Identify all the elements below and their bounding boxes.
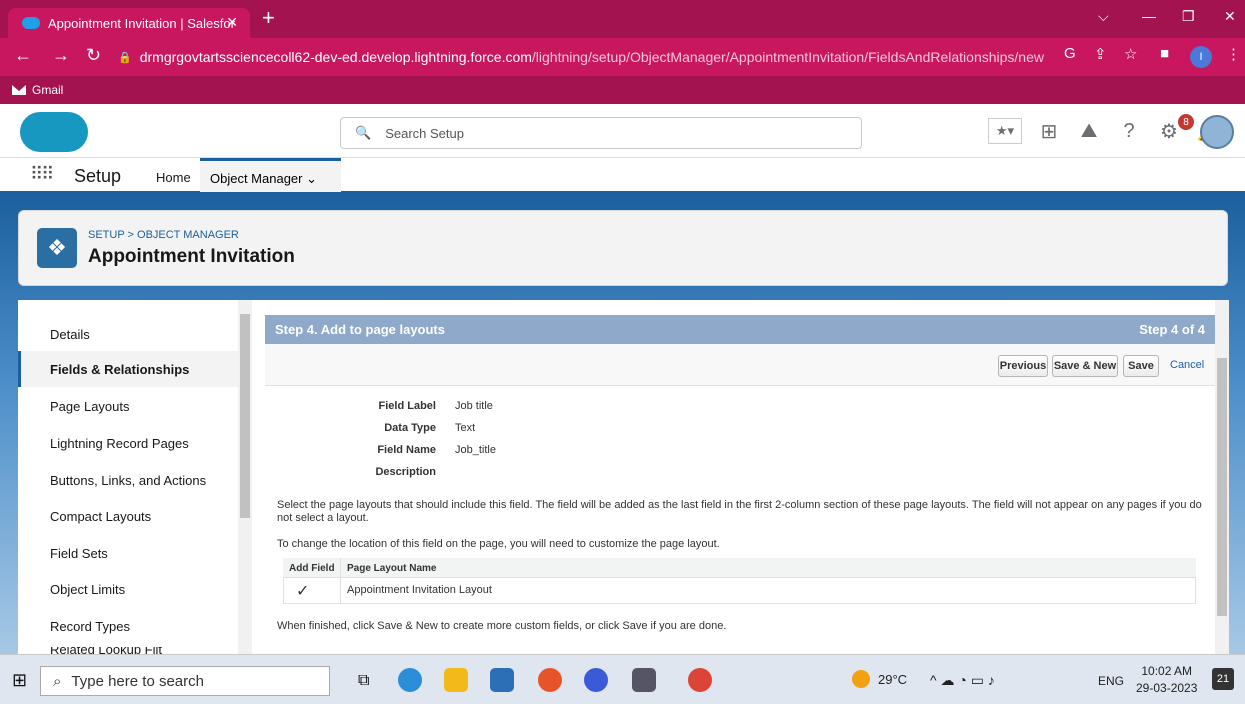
table-divider: [340, 558, 341, 604]
edge-icon[interactable]: [398, 668, 422, 692]
field-label-value: Job title: [455, 400, 493, 412]
sidebar-scroll-thumb[interactable]: [240, 314, 250, 518]
sidebar-item-lightning-pages[interactable]: Lightning Record Pages: [50, 436, 189, 451]
taskbar-search-placeholder: Type here to search: [71, 672, 204, 690]
language[interactable]: ENG: [1098, 674, 1124, 688]
search-input[interactable]: 🔍 Search Setup: [340, 117, 862, 149]
tab-search-icon[interactable]: ⌵: [1098, 8, 1109, 25]
new-tab-button[interactable]: +: [262, 5, 275, 31]
app-icon[interactable]: [584, 668, 608, 692]
sidebar-item-related-lookup[interactable]: Related Lookup Filt: [50, 647, 162, 654]
instruction-text: Select the page layouts that should incl…: [277, 499, 1202, 524]
step-title: Step 4. Add to page layouts: [275, 322, 445, 337]
sidebar-item-compact-layouts[interactable]: Compact Layouts: [50, 509, 151, 524]
lock-icon: 🔒: [118, 51, 132, 64]
browser-tab[interactable]: Appointment Invitation | Salesfor ✕: [8, 8, 250, 38]
profile-avatar[interactable]: I: [1190, 46, 1212, 68]
salesforce-favicon-icon: [22, 17, 40, 29]
forward-icon[interactable]: →: [52, 45, 70, 66]
taskbar-search[interactable]: ⌕ Type here to search: [40, 666, 330, 696]
col-layout-name: Page Layout Name: [347, 563, 437, 574]
time: 10:02 AM: [1141, 664, 1193, 678]
step-progress: Step 4 of 4: [1139, 322, 1205, 337]
add-field-checkbox[interactable]: ✓: [296, 581, 309, 601]
search-icon: 🔍: [355, 125, 372, 140]
back-icon[interactable]: ←: [14, 45, 32, 66]
sidebar-item-object-limits[interactable]: Object Limits: [50, 582, 125, 597]
help-icon[interactable]: ?: [1116, 118, 1142, 144]
bookmark-gmail[interactable]: Gmail: [32, 83, 63, 97]
data-type-key: Data Type: [384, 422, 436, 434]
mail-icon[interactable]: [490, 668, 514, 692]
firefox-icon[interactable]: [538, 668, 562, 692]
sidebar-item-page-layouts[interactable]: Page Layouts: [50, 399, 130, 414]
search-icon: ⌕: [53, 672, 62, 690]
temperature[interactable]: 29°C: [878, 672, 907, 687]
task-view-icon[interactable]: ⧉: [358, 672, 369, 690]
tray-icons[interactable]: ^ ☁ ◔ ▭ ♪: [930, 672, 995, 689]
col-add-field: Add Field: [289, 563, 335, 574]
url-path: /lightning/setup/ObjectManager/Appointme…: [531, 49, 1044, 65]
restore-button[interactable]: ❐: [1182, 8, 1195, 25]
reload-icon[interactable]: ↻: [86, 45, 101, 66]
field-name-value: Job_title: [455, 444, 496, 456]
field-label-key: Field Label: [378, 400, 436, 412]
search-placeholder: Search Setup: [385, 125, 464, 141]
clock[interactable]: 10:02 AM 29-03-2023: [1136, 663, 1197, 697]
date: 29-03-2023: [1136, 681, 1198, 695]
notification-badge: 8: [1178, 114, 1194, 130]
sidebar-item-buttons[interactable]: Buttons, Links, and Actions: [50, 473, 206, 488]
data-type-value: Text: [455, 422, 476, 434]
sidepanel-icon[interactable]: ■: [1160, 45, 1169, 62]
trailhead-icon[interactable]: ⛰: [1076, 118, 1102, 144]
description-key: Description: [375, 466, 436, 478]
layout-name-cell: Appointment Invitation Layout: [347, 584, 492, 596]
breadcrumb[interactable]: SETUP > OBJECT MANAGER: [88, 229, 239, 241]
salesforce-logo[interactable]: [20, 112, 88, 152]
sidebar-item-fields[interactable]: Fields & Relationships: [50, 362, 189, 377]
url-field[interactable]: 🔒 drmgrgovtartssciencecoll62-dev-ed.devel…: [118, 44, 1068, 70]
main-scroll-thumb[interactable]: [1217, 358, 1227, 616]
windows-start-icon[interactable]: ⊞: [12, 670, 27, 691]
google-icon[interactable]: G: [1064, 45, 1076, 62]
weather-icon[interactable]: [852, 670, 870, 688]
step-header: Step 4. Add to page layouts Step 4 of 4: [265, 315, 1215, 344]
user-avatar[interactable]: [1200, 115, 1234, 149]
menu-icon[interactable]: ⋮: [1226, 45, 1241, 63]
finish-text: When finished, click Save & New to creat…: [277, 620, 727, 632]
app2-icon[interactable]: [632, 668, 656, 692]
chrome-icon[interactable]: [688, 668, 712, 692]
sidebar-item-field-sets[interactable]: Field Sets: [50, 546, 108, 561]
customize-text: To change the location of this field on …: [277, 538, 720, 550]
app-name: Setup: [74, 166, 122, 186]
close-tab-icon[interactable]: ✕: [226, 14, 238, 31]
save-new-button[interactable]: Save & New: [1052, 355, 1118, 377]
bookmark-star-icon[interactable]: ☆: [1124, 45, 1137, 63]
save-button[interactable]: Save: [1123, 355, 1159, 377]
tab-object-manager-label: Object Manager: [210, 171, 303, 186]
chevron-down-icon[interactable]: ⌄: [306, 171, 317, 186]
favorites-icon[interactable]: ★▾: [988, 118, 1022, 144]
sidebar-item-record-types[interactable]: Record Types: [50, 619, 130, 634]
close-window-button[interactable]: ✕: [1224, 8, 1236, 25]
layers-icon: ❖: [37, 228, 77, 268]
tab-home[interactable]: Home: [156, 170, 191, 185]
share-icon[interactable]: ⇪: [1094, 45, 1107, 63]
notification-center[interactable]: 21: [1212, 668, 1234, 690]
previous-button[interactable]: Previous: [998, 355, 1048, 377]
file-explorer-icon[interactable]: [444, 668, 468, 692]
cancel-link[interactable]: Cancel: [1170, 359, 1204, 371]
global-actions-icon[interactable]: ⊞: [1036, 118, 1062, 144]
minimize-button[interactable]: —: [1142, 8, 1156, 24]
url-host: drmgrgovtartssciencecoll62-dev-ed.develo…: [139, 49, 532, 65]
tab-object-manager[interactable]: Object Manager ⌄: [200, 158, 341, 192]
bookmarks-bar: Gmail: [0, 76, 1245, 104]
sidebar-item-details[interactable]: Details: [50, 327, 90, 342]
field-name-key: Field Name: [377, 444, 436, 456]
tab-title: Appointment Invitation | Salesfor: [48, 15, 235, 31]
page-title: Appointment Invitation: [88, 246, 295, 267]
gmail-icon: [12, 85, 26, 95]
app-launcher-icon[interactable]: ⠿⠿: [30, 164, 54, 185]
